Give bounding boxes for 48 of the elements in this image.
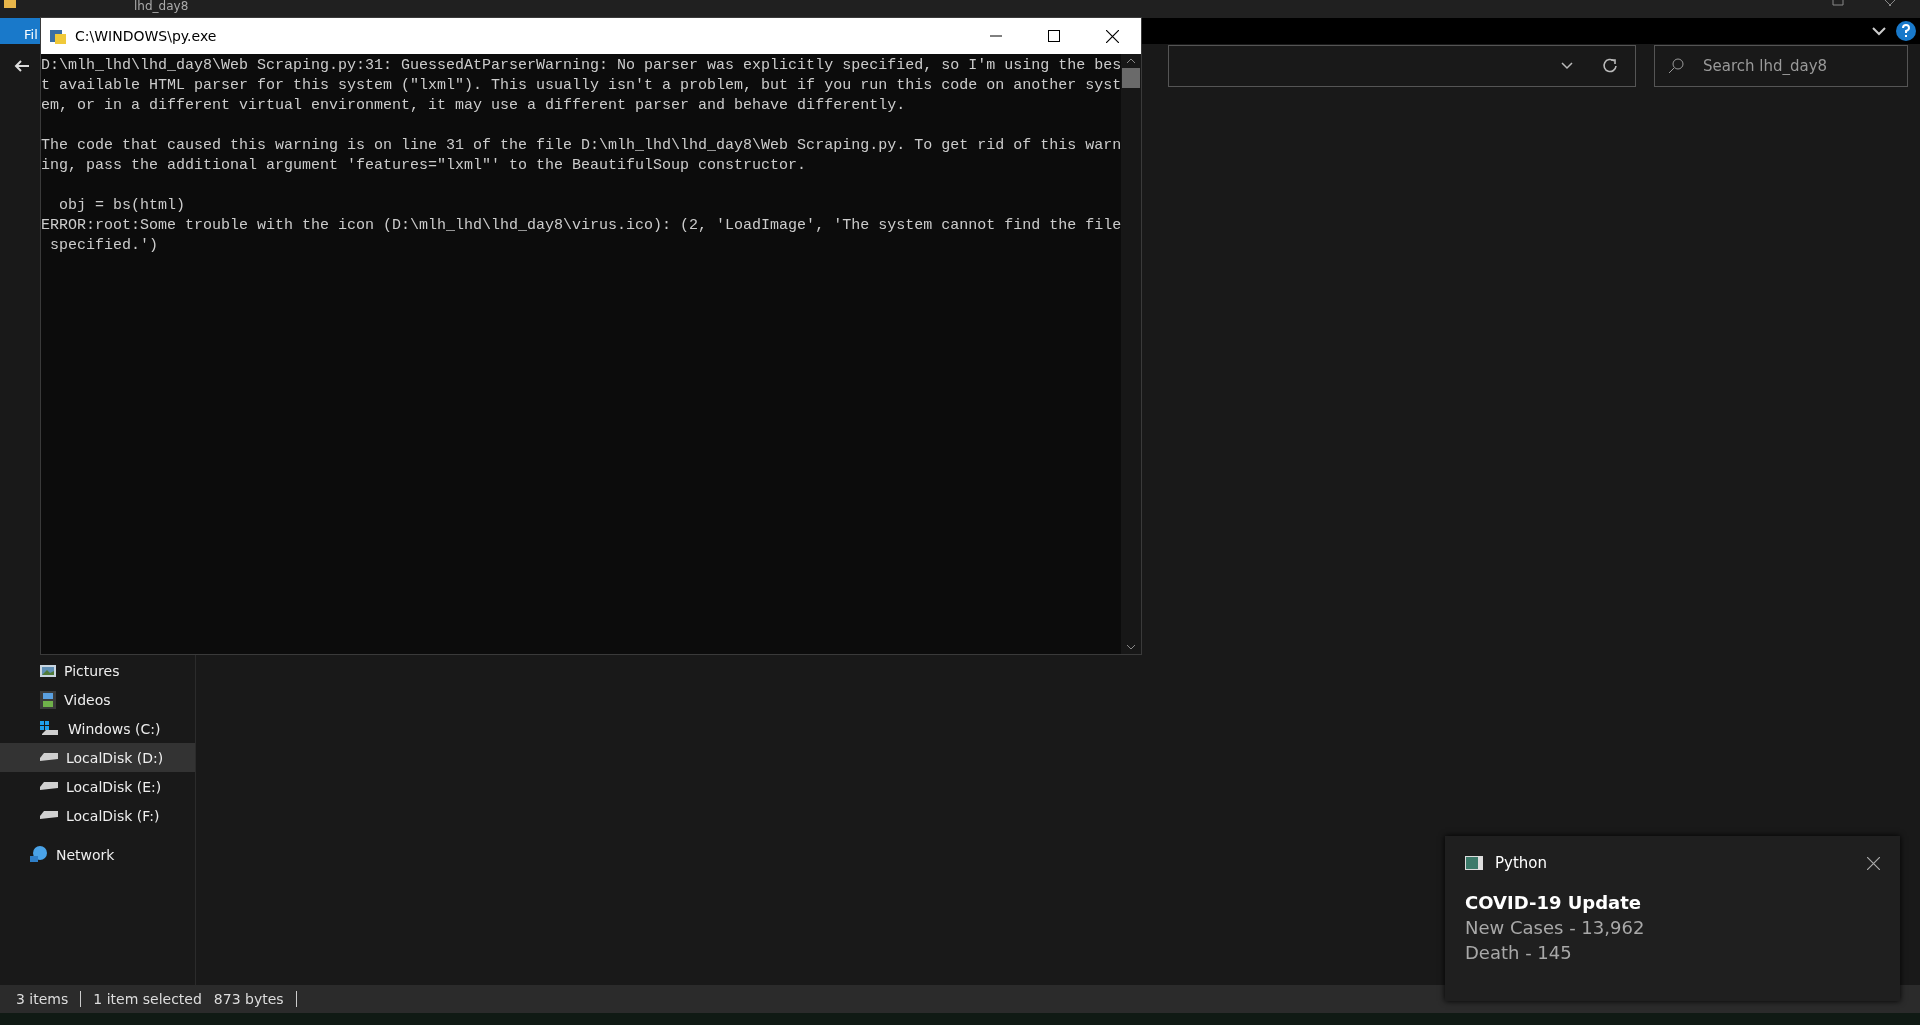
chevron-down-icon[interactable] <box>1872 26 1886 36</box>
notification-title: COVID-19 Update <box>1465 891 1643 915</box>
close-icon[interactable] <box>1105 29 1119 43</box>
console-line: specified.') <box>49 236 160 256</box>
window-title: lhd_day8 <box>134 0 189 12</box>
refresh-icon[interactable] <box>1602 58 1618 74</box>
search-icon <box>1668 58 1684 74</box>
drive-icon <box>40 753 58 762</box>
file-tab[interactable]: Fil <box>0 18 42 44</box>
help-icon[interactable] <box>1896 21 1916 41</box>
search-field[interactable]: Search lhd_day8 <box>1654 45 1908 87</box>
console-line: The code that caused this warning is on line 31 of the file D:\mlh_lhd\lhd_day8\Web Scraping.py. To get rid of this warn <box>41 136 1122 156</box>
app-name: Python <box>1495 854 1547 872</box>
console-line: em, or in a different virtual environment, it may use a different parser and behave differently. <box>41 96 907 116</box>
close-icon[interactable] <box>1867 856 1880 870</box>
notification-text: New Cases - 13,962 <box>1465 916 1646 940</box>
film-icon <box>40 690 56 709</box>
status-text: 3 items <box>16 991 82 1007</box>
scrollbar-thumb[interactable] <box>1122 68 1141 88</box>
pictures-icon <box>40 663 56 678</box>
console-line: t available HTML parser for this system ("lxml"). This usually isn't a problem, but if you run this code on another syst <box>41 76 1122 96</box>
drive-icon <box>40 782 58 791</box>
console-line: ing, pass the additional argument 'features="lxml"' to the BeautifulSoup constructor. <box>41 156 808 176</box>
sidebar-item[interactable]: LocalDisk (D:) <box>0 743 195 772</box>
notification-text: Death - 145 <box>1465 941 1573 965</box>
sidebar-item[interactable]: Windows (C:) <box>0 714 195 743</box>
python-icon <box>49 27 67 45</box>
notification-card[interactable]: Python COVID-19 Update New Cases - 13,962 Death - 145 <box>1445 836 1900 1001</box>
sidebar-item[interactable]: Pictures <box>0 656 195 685</box>
globe-icon <box>30 845 48 864</box>
app-icon <box>1465 856 1483 870</box>
back-arrow-icon[interactable] <box>14 59 30 73</box>
sidebar-item[interactable]: Network <box>0 840 195 869</box>
chevron-down-icon[interactable] <box>1561 62 1573 70</box>
status-text: 873 bytes <box>213 991 297 1007</box>
status-text: 1 item selected <box>93 991 202 1007</box>
sidebar-item[interactable]: LocalDisk (F:) <box>0 801 195 830</box>
sidebar-item[interactable]: Videos <box>0 685 195 714</box>
console-line: obj = bs(html) <box>58 196 187 216</box>
window-title: C:\WINDOWS\py.exe <box>75 28 217 44</box>
console-line: ERROR:root:Some trouble with the icon (D:\mlh_lhd\lhd_day8\virus.ico): (2, 'LoadImage', 'The system cannot find the file <box>41 216 1122 236</box>
sidebar-item[interactable]: LocalDisk (E:) <box>0 772 195 801</box>
drive-icon <box>40 720 60 737</box>
drive-icon <box>40 811 58 820</box>
console-line: D:\mlh_lhd\lhd_day8\Web Scraping.py:31: GuessedAtParserWarning: No parser was explicitly specified, so I'm using the bes <box>41 56 1122 76</box>
maximize-icon[interactable] <box>1048 30 1060 42</box>
folder-icon <box>4 0 16 8</box>
restore-icon[interactable] <box>1832 0 1844 6</box>
